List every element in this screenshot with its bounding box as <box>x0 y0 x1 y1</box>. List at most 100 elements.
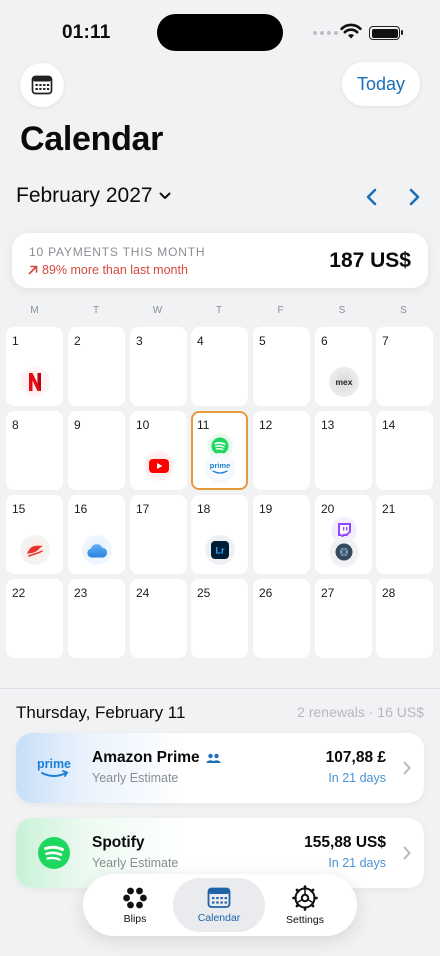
weekday-label: T <box>92 305 100 316</box>
tab-blips[interactable]: Blips <box>89 878 181 932</box>
monthly-total: 187 US$ <box>329 249 411 272</box>
calendar-day-11[interactable]: 11 prime <box>191 411 248 490</box>
day-number: 22 <box>12 586 26 600</box>
calendar-day-20[interactable]: 20 <box>315 495 372 574</box>
gear-app-icon <box>328 537 359 567</box>
renewals-summary: 2 renewals · 16 US$ <box>297 704 424 720</box>
day-number: 26 <box>259 586 273 600</box>
weekday-label: T <box>215 305 223 316</box>
amazon-prime-logo-icon: prime <box>36 752 72 784</box>
calendar-day-25[interactable]: 25 <box>191 579 248 658</box>
calendar-day-9[interactable]: 9 <box>68 411 125 490</box>
day-number: 4 <box>197 334 204 348</box>
tab-calendar[interactable]: Calendar <box>173 878 265 932</box>
calendar-day-6[interactable]: 6 mex <box>315 327 372 406</box>
subscription-name: Amazon Prime <box>92 749 221 767</box>
today-button[interactable]: Today <box>342 62 420 106</box>
next-month-button[interactable] <box>404 186 424 208</box>
previous-month-button[interactable] <box>362 186 382 208</box>
calendar-day-23[interactable]: 23 <box>68 579 125 658</box>
calendar-day-13[interactable]: 13 <box>315 411 372 490</box>
day-number: 16 <box>74 502 88 516</box>
day-number: 14 <box>382 418 396 432</box>
spotify-logo-icon <box>37 836 71 870</box>
subscription-estimate: Yearly Estimate <box>92 771 179 785</box>
icloud-icon <box>81 535 112 565</box>
calendar-icon <box>207 887 231 908</box>
day-number: 2 <box>74 334 81 348</box>
calendar-day-16[interactable]: 16 <box>68 495 125 574</box>
calendar-day-4[interactable]: 4 <box>191 327 248 406</box>
calendar-day-22[interactable]: 22 <box>6 579 63 658</box>
cellular-signal-icon <box>313 31 338 35</box>
day-number: 13 <box>321 418 335 432</box>
calendar-day-28[interactable]: 28 <box>376 579 433 658</box>
calendar-day-18[interactable]: 18 Lr <box>191 495 248 574</box>
mex-icon: mex <box>328 367 359 397</box>
day-number: 23 <box>74 586 88 600</box>
calendar-day-27[interactable]: 27 <box>315 579 372 658</box>
day-number: 28 <box>382 586 396 600</box>
day-number: 9 <box>74 418 81 432</box>
arrow-up-right-icon <box>28 265 38 275</box>
calendar-day-5[interactable]: 5 <box>253 327 310 406</box>
calendar-view-button[interactable] <box>20 63 64 107</box>
netflix-icon <box>19 367 50 397</box>
calendar-day-12[interactable]: 12 <box>253 411 310 490</box>
tab-label: Calendar <box>197 912 241 924</box>
calendar-day-1[interactable]: 1 <box>6 327 63 406</box>
day-number: 12 <box>259 418 273 432</box>
section-divider <box>0 688 440 689</box>
subscription-price: 107,88 £ <box>325 749 386 766</box>
calendar-day-17[interactable]: 17 <box>130 495 187 574</box>
calendar-day-15[interactable]: 15 <box>6 495 63 574</box>
calendar-day-26[interactable]: 26 <box>253 579 310 658</box>
calendar-day-3[interactable]: 3 <box>130 327 187 406</box>
trend-label: 89% more than last month <box>42 263 188 277</box>
tab-bar: Blips Calendar Settings <box>83 874 357 936</box>
brand-red-icon <box>19 535 50 565</box>
chevron-right-icon <box>403 846 411 860</box>
month-picker[interactable]: February 2027 <box>16 184 171 208</box>
day-number: 11 <box>197 418 210 432</box>
day-number: 24 <box>136 586 150 600</box>
day-number: 20 <box>321 502 335 516</box>
subscription-name-text: Spotify <box>92 834 145 851</box>
day-number: 3 <box>136 334 143 348</box>
calendar-day-14[interactable]: 14 <box>376 411 433 490</box>
youtube-icon <box>143 451 174 481</box>
day-number: 1 <box>12 334 19 348</box>
day-number: 18 <box>197 502 211 516</box>
tab-label: Blips <box>123 912 147 925</box>
calendar-day-8[interactable]: 8 <box>6 411 63 490</box>
amazon-prime-icon: prime <box>204 453 235 483</box>
calendar-day-2[interactable]: 2 <box>68 327 125 406</box>
day-number: 6 <box>321 334 328 348</box>
subscription-price: 155,88 US$ <box>304 834 386 851</box>
calendar-day-21[interactable]: 21 <box>376 495 433 574</box>
dynamic-island <box>157 14 283 51</box>
calendar-day-7[interactable]: 7 <box>376 327 433 406</box>
chevron-down-icon <box>159 192 171 199</box>
calendar-day-10[interactable]: 10 <box>130 411 187 490</box>
subscription-due: In 21 days <box>328 771 386 785</box>
weekday-header: M T W T F S S <box>6 305 434 319</box>
day-number: 19 <box>259 502 273 516</box>
gear-icon <box>292 884 318 911</box>
calendar-day-19[interactable]: 19 <box>253 495 310 574</box>
weekday-label: W <box>152 305 163 316</box>
calendar-day-24[interactable]: 24 <box>130 579 187 658</box>
tab-label: Settings <box>286 913 324 926</box>
subscription-estimate: Yearly Estimate <box>92 856 179 870</box>
day-number: 8 <box>12 418 19 432</box>
subscription-card-amazon-prime[interactable]: prime Amazon Prime Yearly Estimate 107,8… <box>16 733 424 803</box>
payments-count: 10 PAYMENTS THIS MONTH <box>29 245 206 259</box>
chevron-right-icon <box>403 761 411 775</box>
day-number: 7 <box>382 334 389 348</box>
status-bar: 01:11 <box>0 0 440 60</box>
day-number: 10 <box>136 418 150 432</box>
tab-settings[interactable]: Settings <box>259 878 351 932</box>
svg-text:Lr: Lr <box>215 546 224 556</box>
day-number: 21 <box>382 502 396 516</box>
subscription-due: In 21 days <box>328 856 386 870</box>
